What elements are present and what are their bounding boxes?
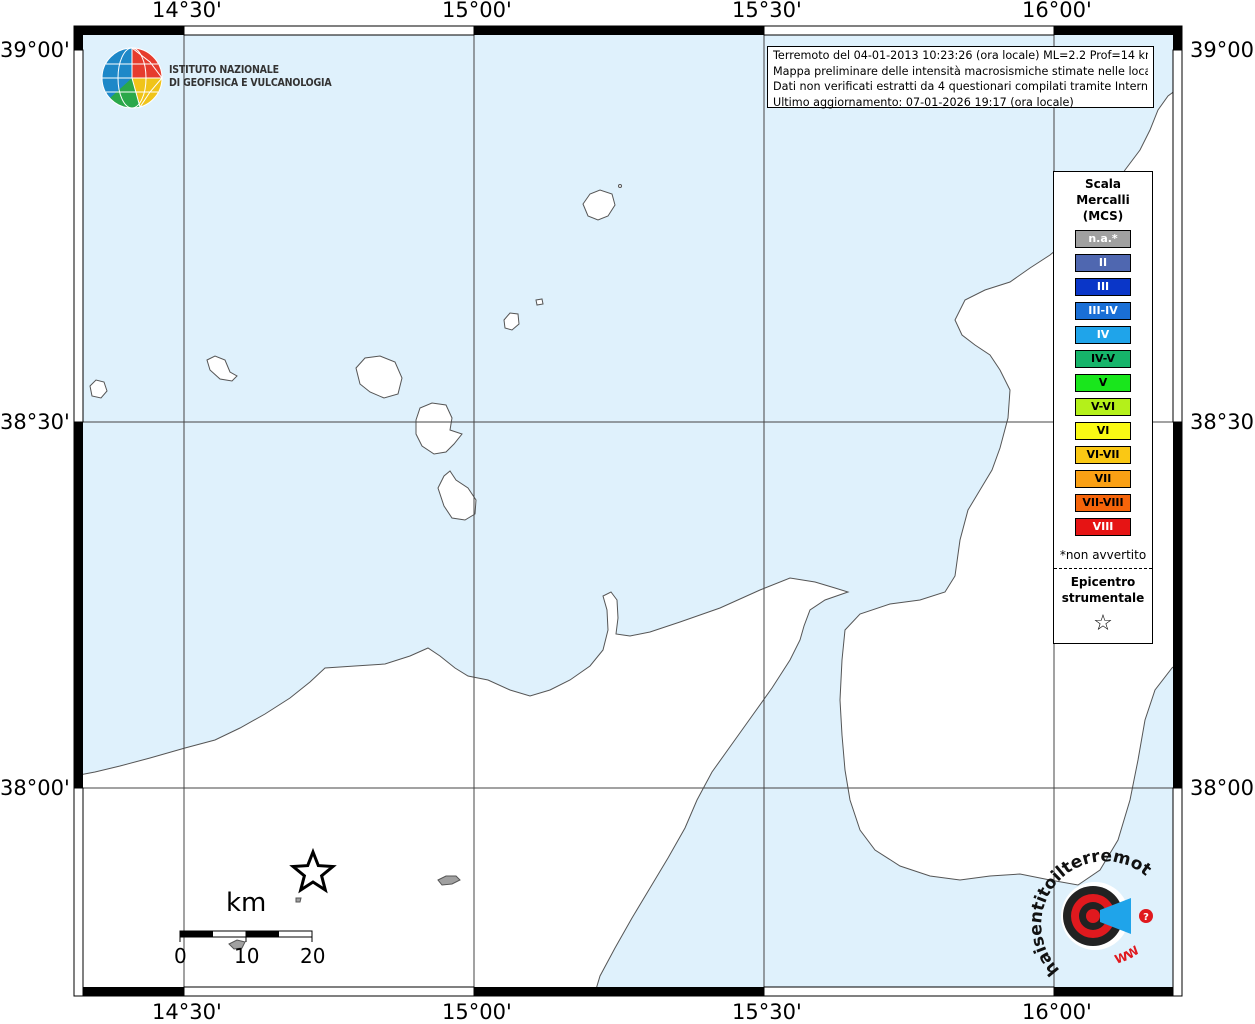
legend-intensity-swatch: IV [1075, 326, 1131, 344]
legend-epicenter-line: Epicentro [1070, 575, 1136, 589]
event-info-box: Terremoto del 04-01-2013 10:23:26 (ora l… [767, 46, 1154, 109]
left-lat-label: 38°30' [0, 410, 70, 434]
legend-epicenter-line: strumentale [1061, 591, 1145, 605]
haisentito-badge-text: haisentitoilterremoto.it WWW. [1020, 840, 1155, 980]
scale-label: 10 [234, 944, 260, 968]
legend-intensity-swatch: IV-V [1075, 350, 1131, 368]
scale-label: 0 [174, 944, 187, 968]
ingv-logo-text: ISTITUTO NAZIONALE DI GEOFISICA E VULCAN… [169, 64, 332, 90]
legend-intensity-swatch: V [1075, 374, 1131, 392]
event-info-line: Ultimo aggiornamento: 07-01-2026 19:17 (… [773, 95, 1074, 109]
top-lon-label: 16°00' [1022, 0, 1092, 22]
top-lon-label: 14°30' [152, 0, 222, 22]
legend-intensity-swatch: III [1075, 278, 1131, 296]
legend-separator [1054, 568, 1152, 569]
top-lon-label: 15°00' [442, 0, 512, 22]
strombolicchio-islet [618, 184, 622, 188]
bottom-lon-label: 15°00' [442, 1000, 512, 1024]
right-lat-label: 38°00' [1190, 776, 1255, 800]
legend-title-line: (MCS) [1082, 209, 1124, 223]
legend-intensity-swatch: VII [1075, 470, 1131, 488]
legend-title-line: Mercalli [1076, 193, 1130, 207]
legend-epicenter-label: Epicentro strumentale [1054, 574, 1152, 606]
ingv-logo-line: DI GEOFISICA E VULCANOLOGIA [169, 77, 332, 89]
ingv-logo-icon [101, 46, 163, 109]
right-lat-label: 39°00' [1190, 38, 1255, 62]
event-info-line: Terremoto del 04-01-2013 10:23:26 (ora l… [773, 49, 1148, 62]
legend-intensity-swatch: III-IV [1075, 302, 1131, 320]
bottom-lon-label: 14°30' [152, 1000, 222, 1024]
basiluzzo-islet [535, 298, 544, 306]
scale-unit: km [226, 888, 267, 918]
event-info-line: Dati non verificati estratti da 4 questi… [773, 80, 1148, 93]
ingv-logo-line: ISTITUTO NAZIONALE [169, 64, 279, 76]
legend-star-icon: ☆ [1093, 611, 1113, 636]
legend-title-line: Scala [1084, 177, 1122, 191]
left-lat-label: 39°00' [0, 38, 70, 62]
left-lat-label: 38°00' [0, 776, 70, 800]
legend-intensity-swatch: VIII [1075, 518, 1131, 536]
right-lat-label: 38°30' [1190, 410, 1255, 434]
legend-intensity-swatch: n.a.* [1075, 230, 1131, 248]
legend-intensity-swatch: VI-VII [1075, 446, 1131, 464]
legend-title: Scala Mercalli (MCS) [1054, 176, 1152, 224]
legend-intensity-swatch: V-VI [1075, 398, 1131, 416]
legend-intensity-swatch: II [1075, 254, 1131, 272]
legend-intensity-swatch: VI [1075, 422, 1131, 440]
islet-3 [295, 897, 302, 903]
mcs-legend: Scala Mercalli (MCS) n.a.* II III III-IV IV I… [1053, 171, 1153, 644]
legend-note: *non avvertito [1059, 548, 1147, 562]
scale-label: 20 [300, 944, 326, 968]
bottom-lon-label: 16°00' [1022, 1000, 1092, 1024]
top-lon-label: 15°30' [732, 0, 802, 22]
legend-intensity-swatch: VII-VIII [1075, 494, 1131, 512]
legend-items: n.a.* II III III-IV IV IV-V V V-VI VI VI-VII VII VI… [1054, 230, 1152, 536]
event-info-line: Mappa preliminare delle intensità macros… [773, 64, 1148, 78]
bottom-lon-label: 15°30' [732, 1000, 802, 1024]
